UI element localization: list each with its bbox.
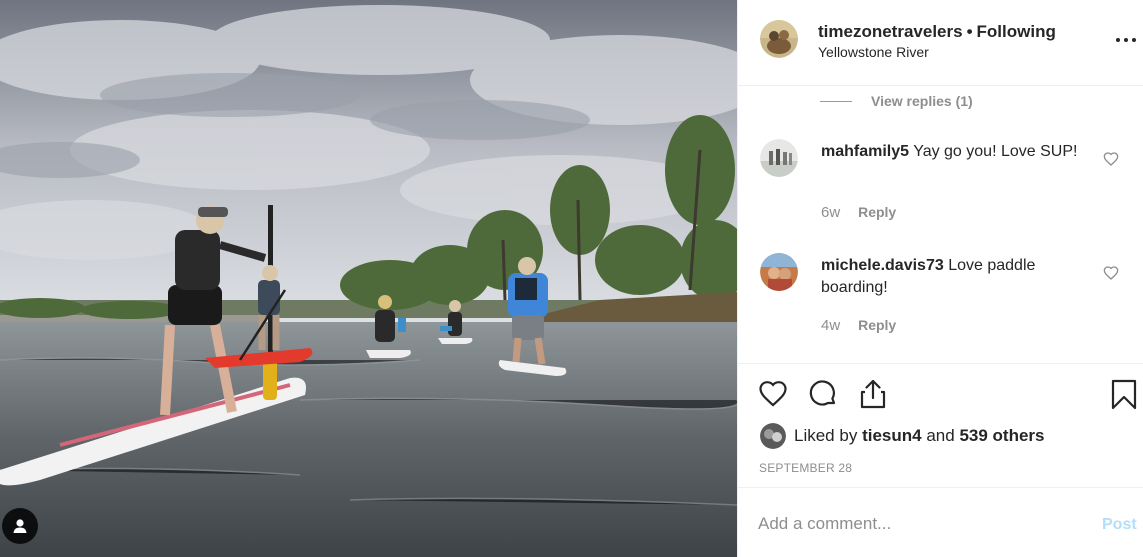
post-side-panel: timezonetravelers • Following Yellowstone … [737,0,1143,557]
comment-like-heart-icon[interactable] [1103,265,1119,281]
liker-avatar[interactable] [760,423,786,449]
post-comment-button[interactable]: Post [1102,516,1137,534]
comment-username[interactable]: michele.davis73 [821,257,944,274]
post-header: timezonetravelers • Following Yellowstone … [738,0,1143,86]
reply-button[interactable]: Reply [858,317,896,333]
comment-time[interactable]: 6w [821,204,840,221]
more-options-icon[interactable] [1114,30,1138,50]
add-comment-input[interactable] [758,514,1058,534]
author-username[interactable]: timezonetravelers [818,22,963,41]
post-photo[interactable] [0,0,737,557]
likes-count[interactable]: 539 others [959,426,1044,445]
person-icon [13,519,27,533]
comment-time[interactable]: 4w [821,317,840,334]
replies-divider [820,101,852,102]
liked-by-and: and [926,426,955,445]
follow-status[interactable]: Following [977,22,1056,41]
comment-meta: 4w Reply [821,317,896,334]
post-actions: Liked by tiesun4 and 539 others SEPTEMBE… [738,363,1143,488]
post-location[interactable]: Yellowstone River [818,44,929,60]
separator-dot: • [966,22,973,41]
comment-text: michele.davis73 Love paddle boarding! [821,255,1091,299]
comment-username[interactable]: mahfamily5 [821,143,909,160]
commenter-avatar[interactable] [760,139,798,177]
heart-icon[interactable] [757,378,789,410]
view-replies-button[interactable]: View replies (1) [871,93,973,109]
reply-button[interactable]: Reply [858,204,896,220]
post-date[interactable]: SEPTEMBER 28 [759,461,852,475]
comment-icon[interactable] [807,378,839,410]
likes-summary: Liked by tiesun4 and 539 others [794,426,1044,446]
share-icon[interactable] [857,378,889,410]
comment-like-heart-icon[interactable] [1103,151,1119,167]
author-avatar[interactable] [760,20,798,58]
tag-people-button[interactable] [2,508,38,544]
author-line: timezonetravelers • Following [818,22,1056,42]
liked-by-prefix: Liked by [794,426,858,445]
liker-username[interactable]: tiesun4 [862,426,922,445]
comment-body: Yay go you! Love SUP! [913,143,1078,160]
comment-meta: 6w Reply [821,204,896,221]
commenter-avatar[interactable] [760,253,798,291]
comment-text: mahfamily5 Yay go you! Love SUP! [821,141,1091,163]
bookmark-icon[interactable] [1108,378,1140,410]
